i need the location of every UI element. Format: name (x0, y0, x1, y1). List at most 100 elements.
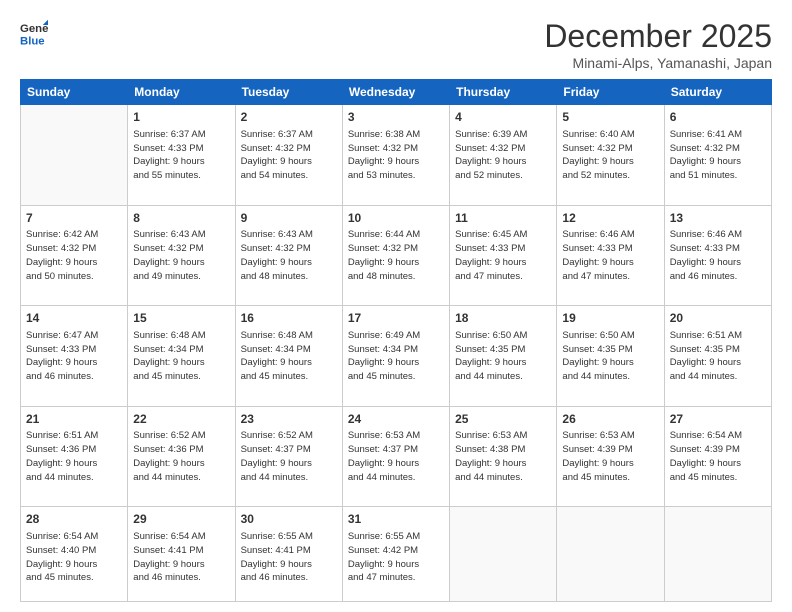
calendar-cell (557, 507, 664, 602)
calendar-week-row: 14Sunrise: 6:47 AMSunset: 4:33 PMDayligh… (21, 306, 772, 407)
calendar-cell: 17 Sunrise: 6:49 AMSunset: 4:34 PMDayligh… (342, 306, 449, 407)
day-number: 22 (133, 411, 229, 428)
day-info: Sunrise: 6:43 AMSunset: 4:32 PMDaylight:… (133, 228, 229, 283)
calendar-cell: 19Sunrise: 6:50 AMSunset: 4:35 PMDayligh… (557, 306, 664, 407)
day-info: Sunrise: 6:51 AMSunset: 4:35 PMDaylight:… (670, 329, 766, 384)
day-info: Sunrise: 6:53 AMSunset: 4:37 PMDaylight:… (348, 429, 444, 484)
calendar-week-row: 1 Sunrise: 6:37 AMSunset: 4:33 PMDaylight… (21, 105, 772, 206)
calendar-cell: 9Sunrise: 6:43 AMSunset: 4:32 PMDaylight… (235, 205, 342, 306)
day-info: Sunrise: 6:52 AMSunset: 4:36 PMDaylight:… (133, 429, 229, 484)
day-number: 6 (670, 109, 766, 126)
day-number: 12 (562, 210, 658, 227)
day-info: Sunrise: 6:46 AMSunset: 4:33 PMDaylight:… (562, 228, 658, 283)
day-number: 30 (241, 511, 337, 528)
day-info: Sunrise: 6:45 AMSunset: 4:33 PMDaylight:… (455, 228, 551, 283)
calendar-cell: 31Sunrise: 6:55 AMSunset: 4:42 PMDayligh… (342, 507, 449, 602)
day-info: Sunrise: 6:53 AMSunset: 4:38 PMDaylight:… (455, 429, 551, 484)
day-number: 20 (670, 310, 766, 327)
day-number: 10 (348, 210, 444, 227)
day-info: Sunrise: 6:37 AMSunset: 4:33 PMDaylight:… (133, 128, 229, 183)
location-subtitle: Minami-Alps, Yamanashi, Japan (544, 55, 772, 71)
calendar-cell: 27Sunrise: 6:54 AMSunset: 4:39 PMDayligh… (664, 406, 771, 507)
calendar-cell: 29Sunrise: 6:54 AMSunset: 4:41 PMDayligh… (128, 507, 235, 602)
calendar-cell: 6Sunrise: 6:41 AMSunset: 4:32 PMDaylight… (664, 105, 771, 206)
day-number: 26 (562, 411, 658, 428)
month-title: December 2025 (544, 18, 772, 55)
calendar-cell: 3 Sunrise: 6:38 AMSunset: 4:32 PMDaylight… (342, 105, 449, 206)
calendar-cell: 13Sunrise: 6:46 AMSunset: 4:33 PMDayligh… (664, 205, 771, 306)
day-number: 9 (241, 210, 337, 227)
logo-icon: General Blue (20, 18, 48, 46)
day-info: Sunrise: 6:54 AMSunset: 4:39 PMDaylight:… (670, 429, 766, 484)
calendar-cell: 25Sunrise: 6:53 AMSunset: 4:38 PMDayligh… (450, 406, 557, 507)
day-info: Sunrise: 6:49 AMSunset: 4:34 PMDaylight:… (348, 329, 444, 384)
day-number: 18 (455, 310, 551, 327)
col-header-saturday: Saturday (664, 80, 771, 105)
day-info: Sunrise: 6:40 AMSunset: 4:32 PMDaylight:… (562, 128, 658, 183)
day-number: 24 (348, 411, 444, 428)
day-number: 3 (348, 109, 444, 126)
svg-text:Blue: Blue (20, 35, 45, 46)
day-info: Sunrise: 6:42 AMSunset: 4:32 PMDaylight:… (26, 228, 122, 283)
day-number: 27 (670, 411, 766, 428)
calendar-week-row: 7Sunrise: 6:42 AMSunset: 4:32 PMDaylight… (21, 205, 772, 306)
day-number: 4 (455, 109, 551, 126)
logo: General Blue (20, 18, 48, 46)
calendar-cell: 26Sunrise: 6:53 AMSunset: 4:39 PMDayligh… (557, 406, 664, 507)
day-number: 5 (562, 109, 658, 126)
calendar-cell: 7Sunrise: 6:42 AMSunset: 4:32 PMDaylight… (21, 205, 128, 306)
day-number: 7 (26, 210, 122, 227)
title-block: December 2025 Minami-Alps, Yamanashi, Ja… (544, 18, 772, 71)
day-number: 17 (348, 310, 444, 327)
day-info: Sunrise: 6:37 AMSunset: 4:32 PMDaylight:… (241, 128, 337, 183)
day-number: 2 (241, 109, 337, 126)
calendar-cell: 16Sunrise: 6:48 AMSunset: 4:34 PMDayligh… (235, 306, 342, 407)
calendar-cell: 14Sunrise: 6:47 AMSunset: 4:33 PMDayligh… (21, 306, 128, 407)
calendar-cell: 22Sunrise: 6:52 AMSunset: 4:36 PMDayligh… (128, 406, 235, 507)
calendar-cell: 12Sunrise: 6:46 AMSunset: 4:33 PMDayligh… (557, 205, 664, 306)
calendar-week-row: 28Sunrise: 6:54 AMSunset: 4:40 PMDayligh… (21, 507, 772, 602)
page: General Blue December 2025 Minami-Alps, … (0, 0, 792, 612)
day-info: Sunrise: 6:48 AMSunset: 4:34 PMDaylight:… (133, 329, 229, 384)
calendar-cell (450, 507, 557, 602)
calendar-cell: 28Sunrise: 6:54 AMSunset: 4:40 PMDayligh… (21, 507, 128, 602)
col-header-sunday: Sunday (21, 80, 128, 105)
calendar-week-row: 21Sunrise: 6:51 AMSunset: 4:36 PMDayligh… (21, 406, 772, 507)
day-info: Sunrise: 6:46 AMSunset: 4:33 PMDaylight:… (670, 228, 766, 283)
day-number: 25 (455, 411, 551, 428)
calendar-header-row: SundayMondayTuesdayWednesdayThursdayFrid… (21, 80, 772, 105)
day-number: 19 (562, 310, 658, 327)
col-header-friday: Friday (557, 80, 664, 105)
calendar-cell: 21Sunrise: 6:51 AMSunset: 4:36 PMDayligh… (21, 406, 128, 507)
calendar-cell: 23Sunrise: 6:52 AMSunset: 4:37 PMDayligh… (235, 406, 342, 507)
day-number: 8 (133, 210, 229, 227)
calendar-cell (664, 507, 771, 602)
calendar-cell (21, 105, 128, 206)
day-info: Sunrise: 6:50 AMSunset: 4:35 PMDaylight:… (455, 329, 551, 384)
calendar-cell: 5 Sunrise: 6:40 AMSunset: 4:32 PMDaylight… (557, 105, 664, 206)
col-header-wednesday: Wednesday (342, 80, 449, 105)
day-info: Sunrise: 6:47 AMSunset: 4:33 PMDaylight:… (26, 329, 122, 384)
day-info: Sunrise: 6:43 AMSunset: 4:32 PMDaylight:… (241, 228, 337, 283)
day-info: Sunrise: 6:53 AMSunset: 4:39 PMDaylight:… (562, 429, 658, 484)
calendar-cell: 15 Sunrise: 6:48 AMSunset: 4:34 PMDayligh… (128, 306, 235, 407)
day-number: 11 (455, 210, 551, 227)
day-info: Sunrise: 6:54 AMSunset: 4:41 PMDaylight:… (133, 530, 229, 585)
calendar-cell: 4Sunrise: 6:39 AMSunset: 4:32 PMDaylight… (450, 105, 557, 206)
day-number: 16 (241, 310, 337, 327)
calendar-cell: 20 Sunrise: 6:51 AMSunset: 4:35 PMDayligh… (664, 306, 771, 407)
col-header-monday: Monday (128, 80, 235, 105)
day-number: 1 (133, 109, 229, 126)
calendar-cell: 24Sunrise: 6:53 AMSunset: 4:37 PMDayligh… (342, 406, 449, 507)
calendar-cell: 18 Sunrise: 6:50 AMSunset: 4:35 PMDayligh… (450, 306, 557, 407)
day-info: Sunrise: 6:55 AMSunset: 4:42 PMDaylight:… (348, 530, 444, 585)
calendar-cell: 2 Sunrise: 6:37 AMSunset: 4:32 PMDaylight… (235, 105, 342, 206)
day-number: 15 (133, 310, 229, 327)
calendar-cell: 11Sunrise: 6:45 AMSunset: 4:33 PMDayligh… (450, 205, 557, 306)
day-info: Sunrise: 6:38 AMSunset: 4:32 PMDaylight:… (348, 128, 444, 183)
day-info: Sunrise: 6:52 AMSunset: 4:37 PMDaylight:… (241, 429, 337, 484)
calendar-cell: 1 Sunrise: 6:37 AMSunset: 4:33 PMDaylight… (128, 105, 235, 206)
day-info: Sunrise: 6:51 AMSunset: 4:36 PMDaylight:… (26, 429, 122, 484)
day-info: Sunrise: 6:55 AMSunset: 4:41 PMDaylight:… (241, 530, 337, 585)
header: General Blue December 2025 Minami-Alps, … (20, 18, 772, 71)
